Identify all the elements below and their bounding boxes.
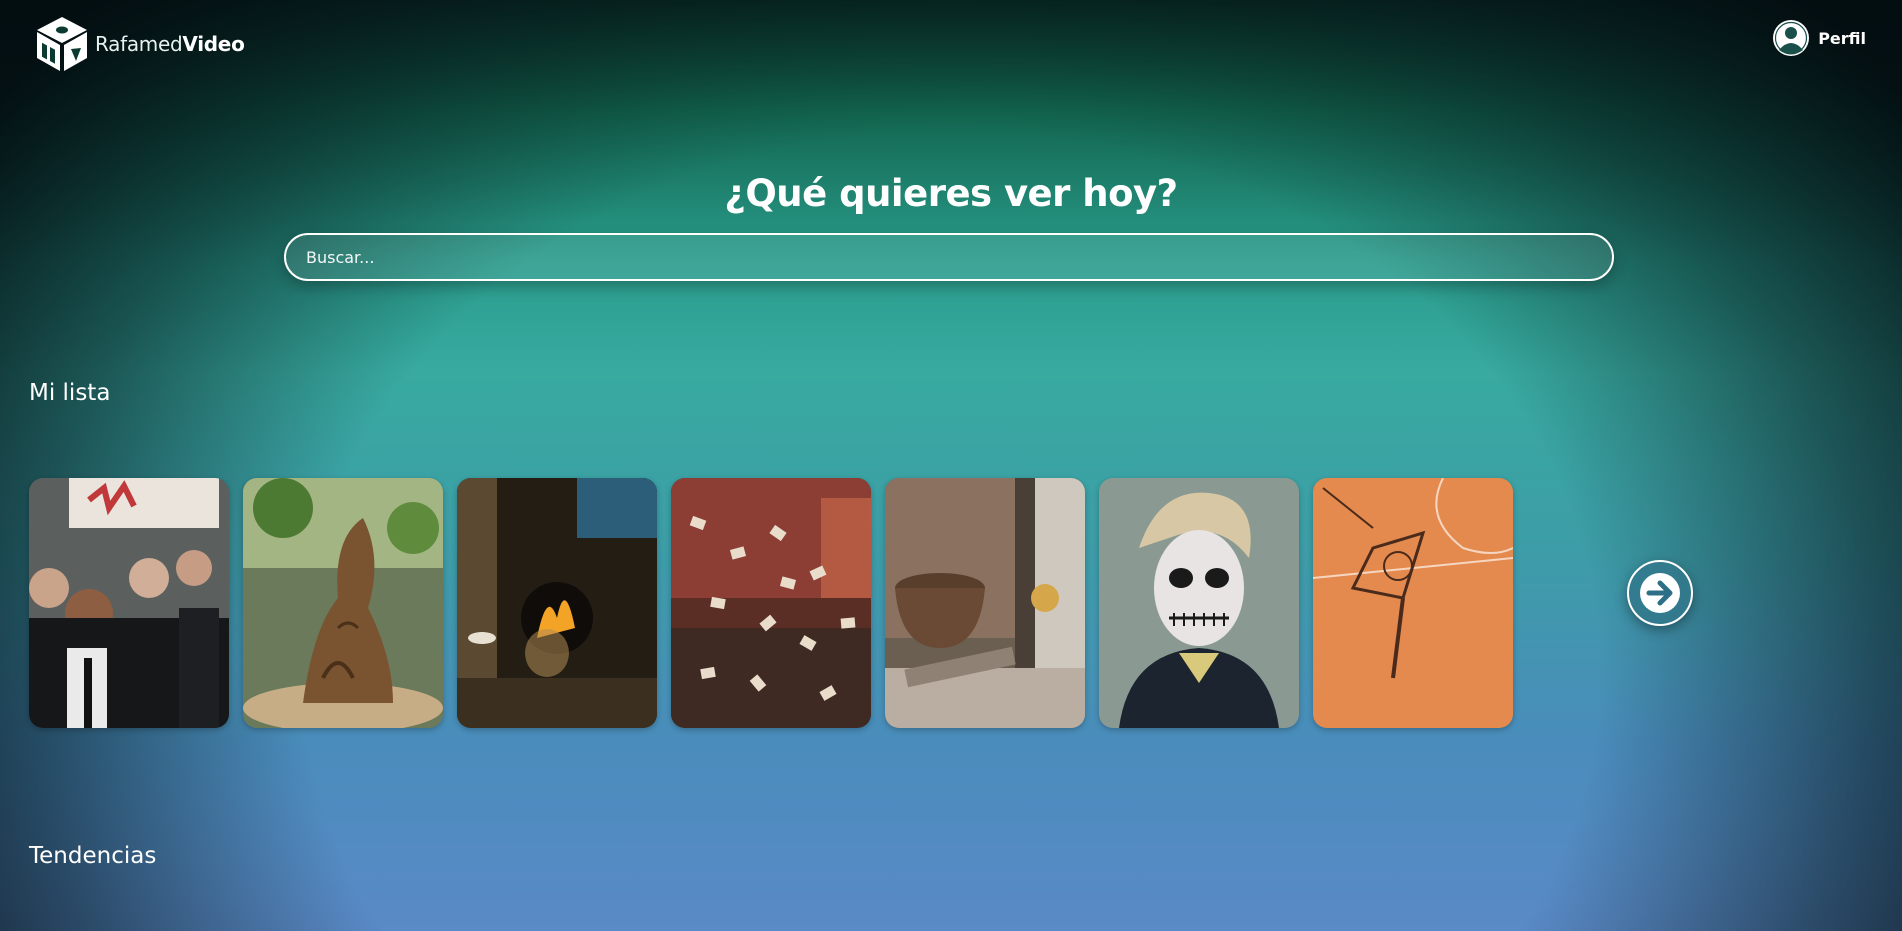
page-title: ¿Qué quieres ver hoy?	[724, 172, 1178, 215]
thumbnail-image	[29, 478, 229, 728]
list-item[interactable]	[243, 478, 443, 728]
arrow-right-icon	[1640, 573, 1680, 613]
profile-button[interactable]: Perfil	[1772, 19, 1866, 57]
list-item[interactable]	[885, 478, 1085, 728]
thumbnail-image	[885, 478, 1085, 728]
logo-wordmark: RafamedVideo	[95, 32, 245, 56]
user-avatar-icon	[1773, 20, 1810, 56]
cube-logo-icon	[37, 17, 87, 71]
carousel-next-button[interactable]	[1627, 560, 1693, 626]
search-input[interactable]	[286, 235, 1612, 279]
search-bar[interactable]	[284, 233, 1614, 281]
site-logo[interactable]: RafamedVideo	[33, 15, 245, 73]
thumbnail-image	[671, 478, 871, 728]
profile-label: Perfil	[1818, 28, 1866, 48]
list-item[interactable]	[457, 478, 657, 728]
list-item[interactable]	[1099, 478, 1299, 728]
list-item[interactable]	[671, 478, 871, 728]
my-list-carousel	[29, 478, 1513, 728]
section-title-trending: Tendencias	[29, 843, 157, 869]
thumbnail-image	[243, 478, 443, 728]
thumbnail-image	[457, 478, 657, 728]
logo-text-light: Rafamed	[95, 32, 183, 56]
top-header: RafamedVideo Perfil	[0, 0, 1902, 90]
list-item[interactable]	[1313, 478, 1513, 728]
list-item[interactable]	[29, 478, 229, 728]
thumbnail-image	[1099, 478, 1299, 728]
section-title-my-list: Mi lista	[29, 380, 111, 406]
thumbnail-image	[1313, 478, 1513, 728]
logo-text-bold: Video	[182, 32, 245, 56]
